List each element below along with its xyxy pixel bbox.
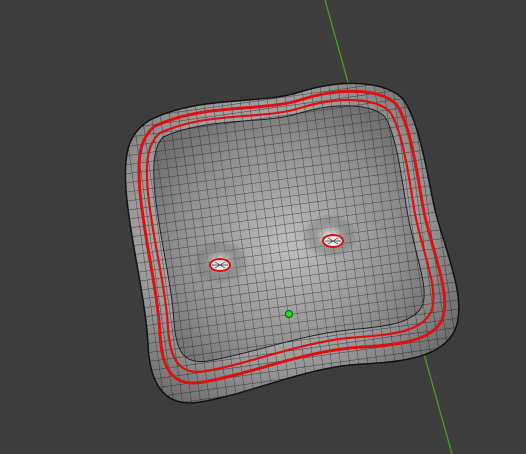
mesh-object[interactable] (124, 82, 460, 404)
left-eye-hole[interactable] (192, 240, 248, 284)
right-eye-hole[interactable] (302, 214, 358, 258)
3d-viewport[interactable] (0, 0, 526, 454)
object-origin-dot[interactable] (285, 310, 293, 318)
